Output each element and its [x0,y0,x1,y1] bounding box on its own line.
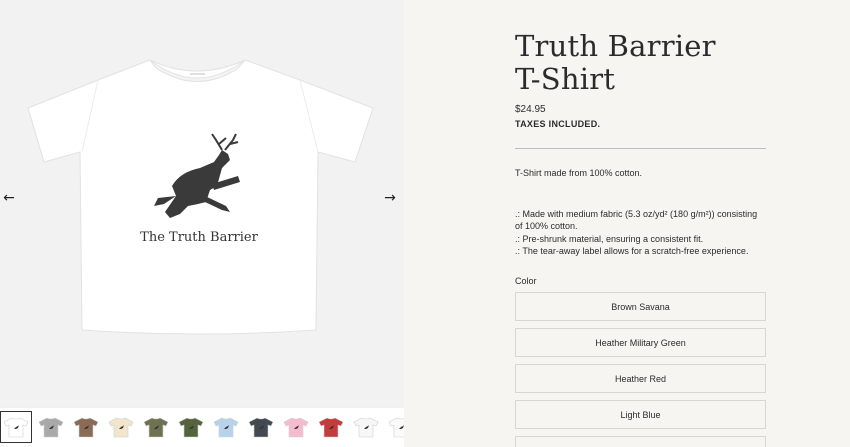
feature-item: .: Pre-shrunk material, ensuring a consi… [515,233,704,244]
tshirt-thumbnail-icon [108,417,134,438]
tshirt-thumbnail-icon [213,417,239,438]
tshirt-thumbnail-icon [178,417,204,438]
tshirt-thumbnail-icon [143,417,169,438]
product-price: $24.95 [515,104,546,115]
tshirt-thumbnail-icon [73,417,99,438]
product-description: T-Shirt made from 100% cotton. [515,168,643,178]
tshirt-thumbnail-icon [248,417,274,438]
color-option-heather-red[interactable]: Heather Red [515,364,766,393]
thumbnail-item[interactable] [140,411,172,443]
thumbnail-item[interactable] [245,411,277,443]
feature-item: .: The tear-away label allows for a scra… [515,245,749,256]
product-details: Truth Barrier T-Shirt $24.95 TAXES INCLU… [404,0,850,447]
color-option-label: Light Blue [620,409,661,420]
color-option-light-blue[interactable]: Light Blue [515,400,766,429]
product-title-line2: T-Shirt [515,62,616,96]
color-option-brown-savana[interactable]: Brown Savana [515,292,766,321]
product-title-line1: Truth Barrier [515,29,716,63]
color-option-label: Brown Savana [611,301,670,312]
arrow-left-icon[interactable]: ← [0,189,18,207]
color-option-label: Heather Military Green [595,337,686,348]
color-option-label: Heather Red [614,373,667,384]
product-gallery: The Truth Barrier ← → [0,0,404,447]
product-main-image: The Truth Barrier [0,0,404,405]
color-option-heather-military-green[interactable]: Heather Military Green [515,328,766,357]
tshirt-thumbnail-icon [283,417,309,438]
thumbnail-item[interactable] [0,411,32,443]
feature-list: .: Made with medium fabric (5.3 oz/yd² (… [515,208,767,257]
thumbnail-item[interactable] [70,411,102,443]
tax-note: TAXES INCLUDED. [515,119,601,129]
arrow-right-icon[interactable]: → [381,189,399,207]
thumbnail-item[interactable] [385,411,404,443]
thumbnail-item[interactable] [350,411,382,443]
thumbnail-item[interactable] [315,411,347,443]
thumbnail-item[interactable] [280,411,312,443]
tshirt-thumbnail-icon [388,417,404,438]
tshirt-thumbnail-icon [3,417,29,438]
tshirt-thumbnail-icon [38,417,64,438]
shirt-print-text: The Truth Barrier [140,230,258,245]
thumbnail-item[interactable] [35,411,67,443]
thumbnail-item[interactable] [175,411,207,443]
color-label: Color [515,276,537,286]
color-option-next[interactable] [515,436,766,447]
tshirt-image: The Truth Barrier [0,0,404,405]
thumbnail-item[interactable] [210,411,242,443]
product-title: Truth Barrier T-Shirt [515,30,815,96]
thumbnail-strip [0,408,404,447]
divider [515,148,766,149]
tshirt-thumbnail-icon [353,417,379,438]
tshirt-thumbnail-icon [318,417,344,438]
feature-item: .: Made with medium fabric (5.3 oz/yd² (… [515,209,758,232]
thumbnail-item[interactable] [105,411,137,443]
